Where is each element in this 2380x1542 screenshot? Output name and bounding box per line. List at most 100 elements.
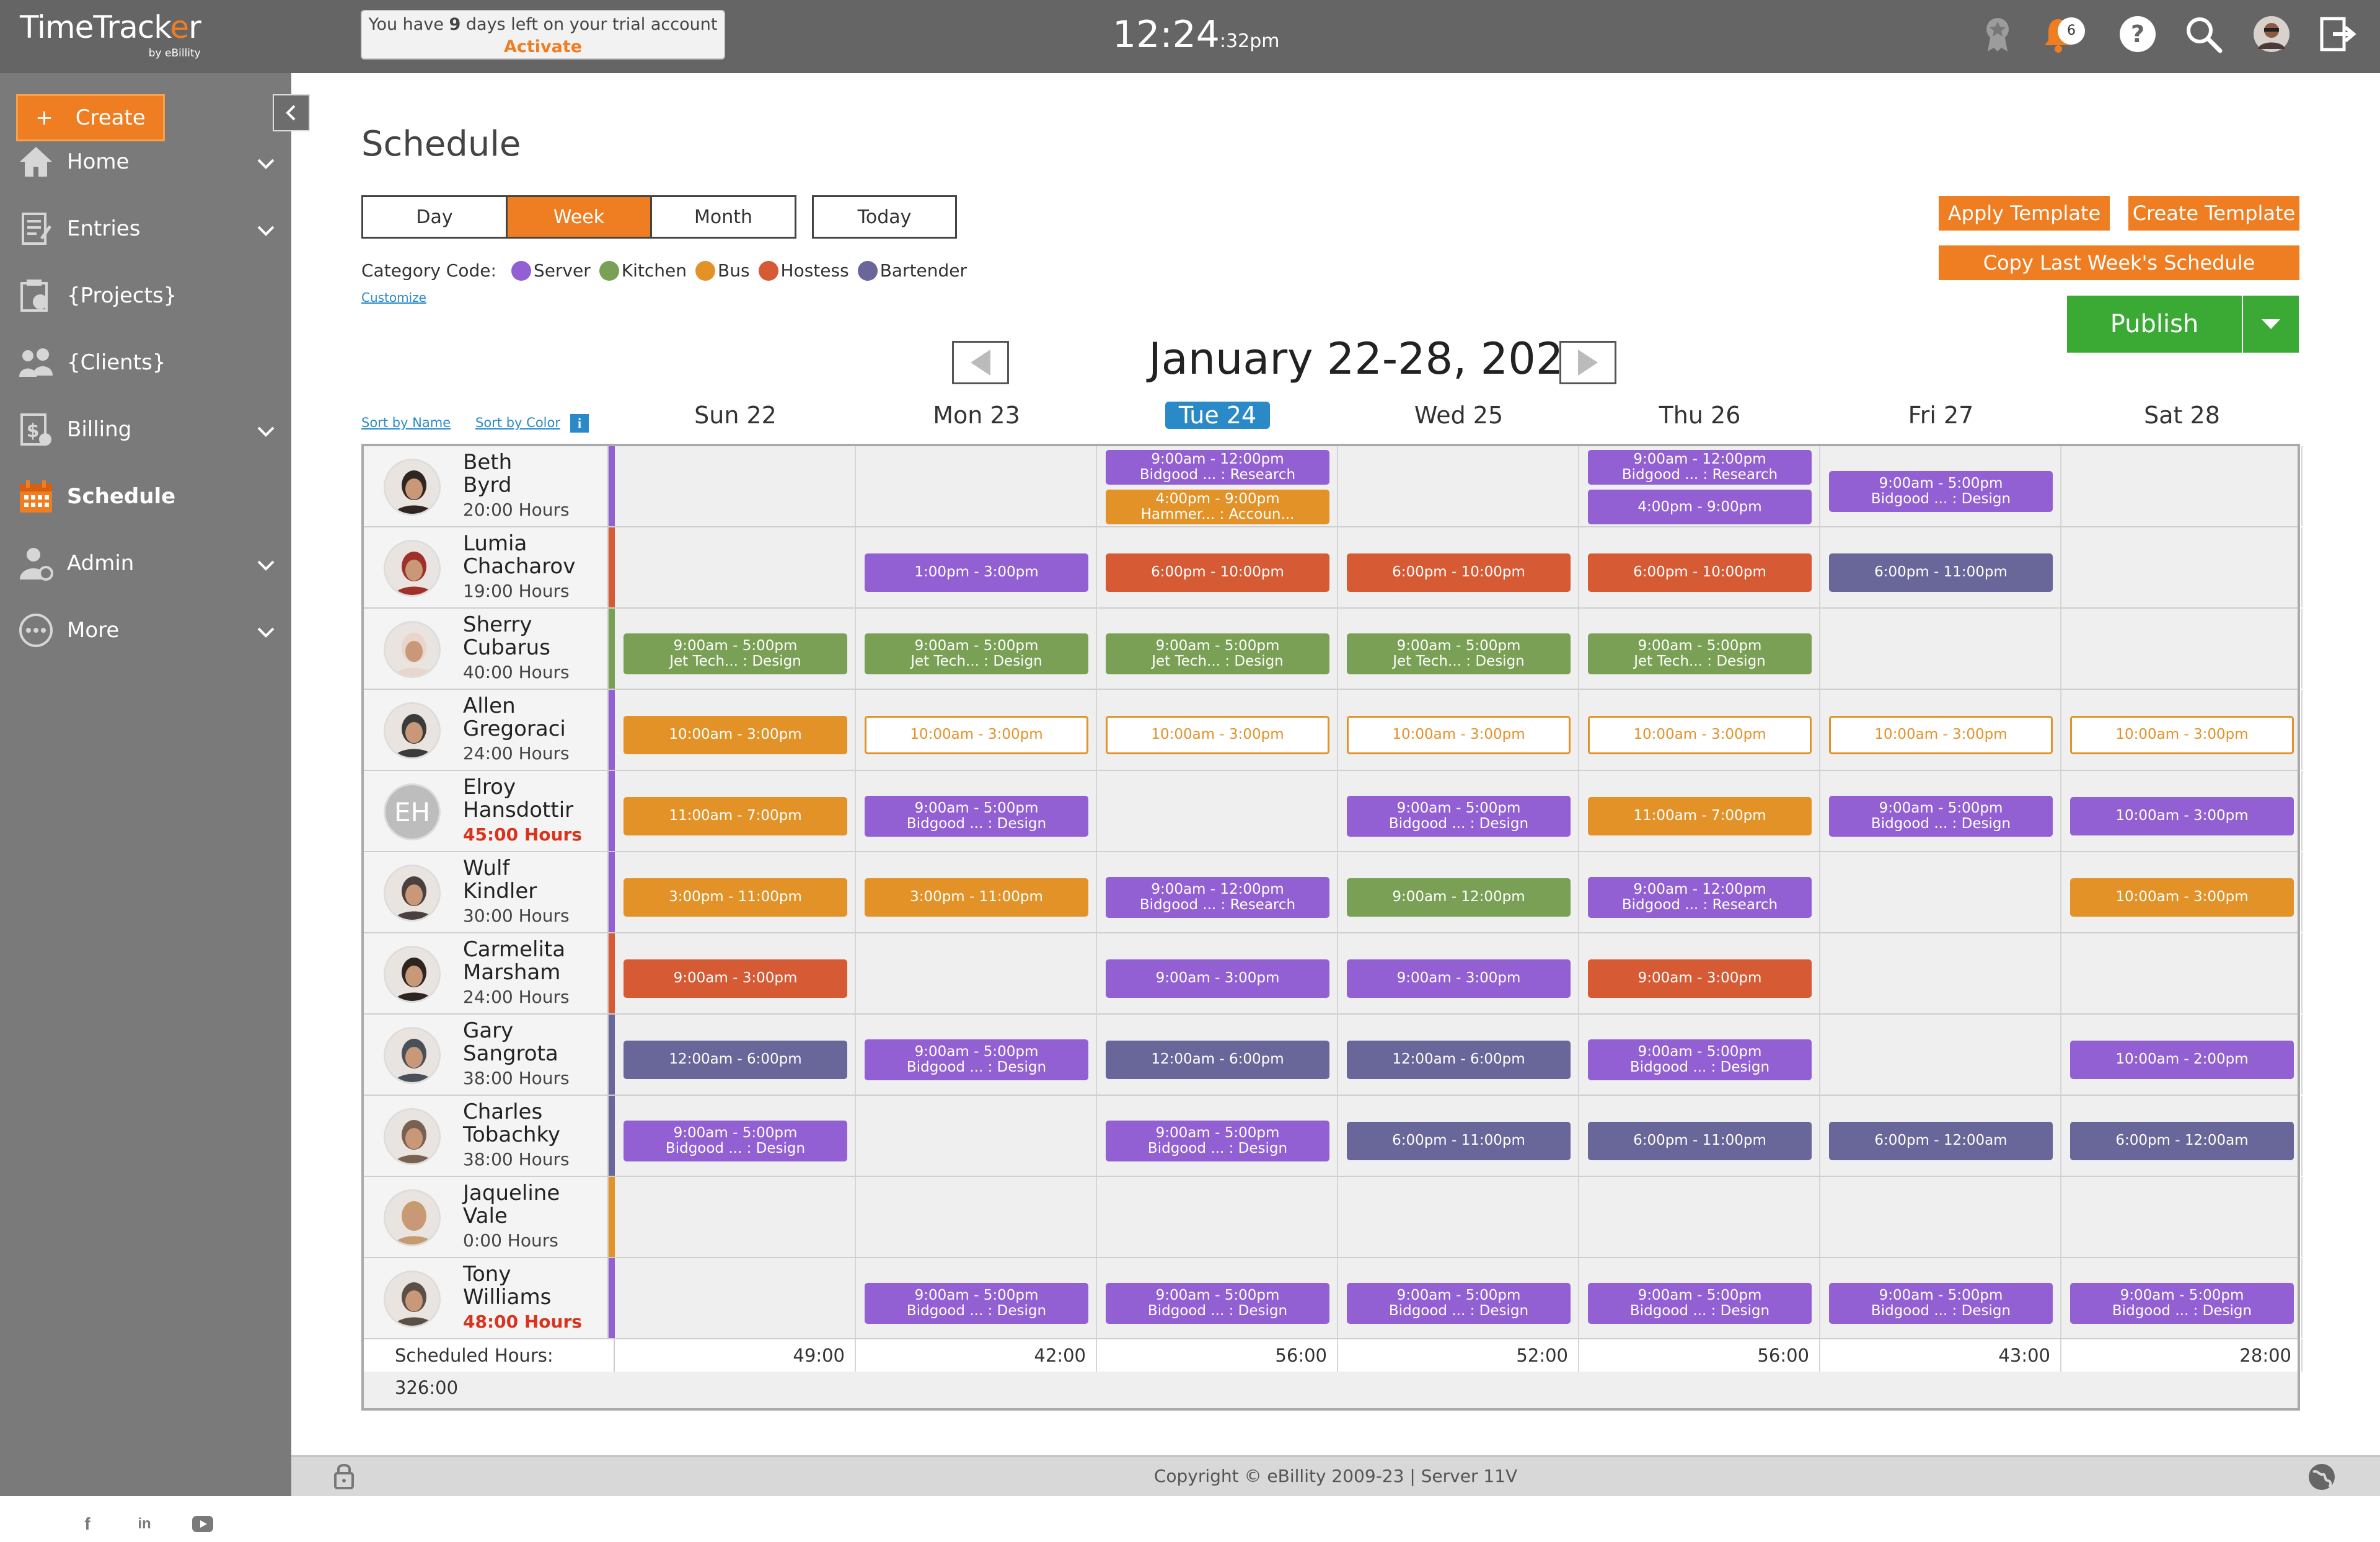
schedule-cell[interactable]: 9:00am - 3:00pm (615, 933, 856, 1013)
sidebar-item-home[interactable]: Home (0, 134, 291, 190)
schedule-cell[interactable]: 6:00pm - 11:00pm (1338, 1096, 1579, 1176)
view-week-button[interactable]: Week (506, 195, 652, 239)
day-header-wed[interactable]: Wed 25 (1338, 402, 1579, 429)
chevron-down-icon[interactable] (257, 151, 275, 176)
schedule-cell[interactable] (1820, 609, 2061, 689)
schedule-cell[interactable]: 9:00am - 12:00pm Bidgood ... : Research (1579, 852, 1820, 932)
logout-icon[interactable] (2317, 14, 2358, 55)
schedule-cell[interactable]: 9:00am - 5:00pm Jet Tech... : Design (1097, 609, 1338, 689)
shift-block[interactable]: 3:00pm - 11:00pm (865, 878, 1088, 917)
schedule-cell[interactable] (856, 446, 1097, 526)
employee-info[interactable]: Jaqueline Vale 0:00 Hours (364, 1177, 609, 1257)
schedule-cell[interactable]: 10:00am - 3:00pm (2061, 771, 2303, 851)
shift-block[interactable]: 3:00pm - 11:00pm (624, 878, 847, 917)
shift-block[interactable]: 6:00pm - 12:00am (1829, 1121, 2053, 1160)
shift-block[interactable]: 6:00pm - 11:00pm (1347, 1121, 1571, 1160)
employee-info[interactable]: Sherry Cubarus 40:00 Hours (364, 609, 609, 689)
shift-block[interactable]: 9:00am - 5:00pm Jet Tech... : Design (1588, 633, 1812, 674)
shift-block[interactable]: 9:00am - 5:00pm Bidgood ... : Design (1829, 470, 2053, 512)
schedule-cell[interactable] (2061, 446, 2303, 526)
shift-block[interactable]: 10:00am - 3:00pm (624, 715, 847, 754)
shift-block[interactable]: 9:00am - 5:00pm Bidgood ... : Design (2070, 1282, 2294, 1324)
app-logo[interactable]: TimeTracker by eBillity (20, 9, 201, 59)
youtube-icon[interactable] (185, 1506, 221, 1542)
schedule-cell[interactable] (2061, 609, 2303, 689)
schedule-cell[interactable]: 9:00am - 12:00pm (1338, 852, 1579, 932)
schedule-cell[interactable] (615, 446, 856, 526)
publish-button[interactable]: Publish (2067, 296, 2242, 353)
sidebar-item-more[interactable]: More (0, 602, 291, 658)
chevron-down-icon[interactable] (257, 620, 275, 645)
schedule-cell[interactable]: 11:00am - 7:00pm (615, 771, 856, 851)
sort-by-color-link[interactable]: Sort by Color (475, 415, 560, 430)
schedule-cell[interactable]: 9:00am - 12:00pm Bidgood ... : Research 4:… (1097, 446, 1338, 526)
shift-block[interactable]: 11:00am - 7:00pm (624, 796, 847, 835)
shift-block[interactable]: 4:00pm - 9:00pm (1588, 490, 1812, 524)
schedule-cell[interactable]: 9:00am - 5:00pm Bidgood ... : Design (856, 1015, 1097, 1095)
help-icon[interactable]: ? (2117, 14, 2158, 55)
shift-block[interactable]: 9:00am - 5:00pm Bidgood ... : Design (1106, 1120, 1329, 1161)
schedule-cell[interactable] (1820, 933, 2061, 1013)
shift-block[interactable]: 9:00am - 5:00pm Bidgood ... : Design (865, 795, 1088, 837)
shift-block[interactable]: 9:00am - 5:00pm Bidgood ... : Design (1829, 795, 2053, 837)
today-button[interactable]: Today (812, 195, 957, 239)
apply-template-button[interactable]: Apply Template (1939, 196, 2110, 231)
search-icon[interactable] (2183, 14, 2224, 55)
shift-block[interactable]: 9:00am - 5:00pm Jet Tech... : Design (624, 633, 847, 674)
shift-block[interactable]: 12:00am - 6:00pm (1347, 1040, 1571, 1079)
schedule-cell[interactable]: 9:00am - 5:00pm Jet Tech... : Design (1579, 609, 1820, 689)
schedule-cell[interactable]: 10:00am - 3:00pm (856, 690, 1097, 770)
view-month-button[interactable]: Month (650, 195, 796, 239)
shift-block[interactable]: 9:00am - 5:00pm Bidgood ... : Design (865, 1282, 1088, 1324)
shift-block[interactable]: 6:00pm - 11:00pm (1588, 1121, 1812, 1160)
schedule-cell[interactable]: 10:00am - 3:00pm (2061, 852, 2303, 932)
shift-block[interactable]: 9:00am - 5:00pm Bidgood ... : Design (865, 1039, 1088, 1080)
sidebar-item-entries[interactable]: Entries (0, 201, 291, 257)
schedule-cell[interactable]: 12:00am - 6:00pm (1338, 1015, 1579, 1095)
shift-block[interactable]: 9:00am - 12:00pm Bidgood ... : Research (1588, 876, 1812, 918)
shift-block[interactable]: 6:00pm - 10:00pm (1588, 553, 1812, 592)
employee-info[interactable]: EH Elroy Hansdottir 45:00 Hours (364, 771, 609, 851)
schedule-cell[interactable] (2061, 1177, 2303, 1257)
shift-block[interactable]: 9:00am - 3:00pm (1588, 959, 1812, 998)
copy-last-week-button[interactable]: Copy Last Week's Schedule (1939, 245, 2299, 280)
shift-block[interactable]: 9:00am - 3:00pm (1106, 959, 1329, 998)
schedule-cell[interactable]: 6:00pm - 10:00pm (1097, 527, 1338, 607)
schedule-cell[interactable]: 12:00am - 6:00pm (1097, 1015, 1338, 1095)
schedule-cell[interactable]: 9:00am - 5:00pm Bidgood ... : Design (856, 1258, 1097, 1338)
schedule-cell[interactable]: 9:00am - 5:00pm Bidgood ... : Design (1097, 1096, 1338, 1176)
shift-block[interactable]: 9:00am - 5:00pm Bidgood ... : Design (1347, 795, 1571, 837)
schedule-cell[interactable]: 9:00am - 5:00pm Bidgood ... : Design (1338, 1258, 1579, 1338)
shift-block[interactable]: 9:00am - 5:00pm Bidgood ... : Design (1588, 1039, 1812, 1080)
shift-block[interactable]: 12:00am - 6:00pm (624, 1040, 847, 1079)
shift-block[interactable]: 6:00pm - 10:00pm (1347, 553, 1571, 592)
schedule-cell[interactable]: 12:00am - 6:00pm (615, 1015, 856, 1095)
employee-info[interactable]: Tony Williams 48:00 Hours (364, 1258, 609, 1338)
schedule-cell[interactable]: 9:00am - 5:00pm Bidgood ... : Design (2061, 1258, 2303, 1338)
shift-block[interactable]: 9:00am - 3:00pm (624, 959, 847, 998)
schedule-cell[interactable] (1338, 1177, 1579, 1257)
schedule-cell[interactable]: 9:00am - 5:00pm Bidgood ... : Design (1338, 771, 1579, 851)
shift-block[interactable]: 12:00am - 6:00pm (1106, 1040, 1329, 1079)
employee-info[interactable]: Allen Gregoraci 24:00 Hours (364, 690, 609, 770)
shift-block[interactable]: 9:00am - 12:00pm Bidgood ... : Research (1106, 450, 1329, 485)
shift-block[interactable]: 10:00am - 3:00pm (2070, 715, 2294, 754)
schedule-cell[interactable] (1097, 771, 1338, 851)
shift-block[interactable]: 6:00pm - 12:00am (2070, 1121, 2294, 1160)
shift-block[interactable]: 6:00pm - 11:00pm (1829, 553, 2053, 592)
prev-week-button[interactable] (952, 341, 1009, 384)
shift-block[interactable]: 9:00am - 12:00pm Bidgood ... : Research (1106, 876, 1329, 918)
user-avatar[interactable] (2251, 14, 2292, 55)
globe-icon[interactable] (2307, 1462, 2337, 1496)
schedule-cell[interactable]: 10:00am - 3:00pm (1338, 690, 1579, 770)
schedule-cell[interactable]: 9:00am - 5:00pm Bidgood ... : Design (1579, 1258, 1820, 1338)
publish-dropdown-button[interactable] (2242, 296, 2299, 353)
shift-block[interactable]: 9:00am - 5:00pm Jet Tech... : Design (1347, 633, 1571, 674)
schedule-cell[interactable]: 9:00am - 5:00pm Bidgood ... : Design (1820, 771, 2061, 851)
chevron-down-icon[interactable] (257, 419, 275, 444)
day-header-fri[interactable]: Fri 27 (1820, 402, 2061, 429)
shift-block[interactable]: 10:00am - 3:00pm (1106, 715, 1329, 754)
schedule-cell[interactable] (2061, 527, 2303, 607)
schedule-cell[interactable]: 10:00am - 3:00pm (615, 690, 856, 770)
schedule-cell[interactable] (1097, 1177, 1338, 1257)
